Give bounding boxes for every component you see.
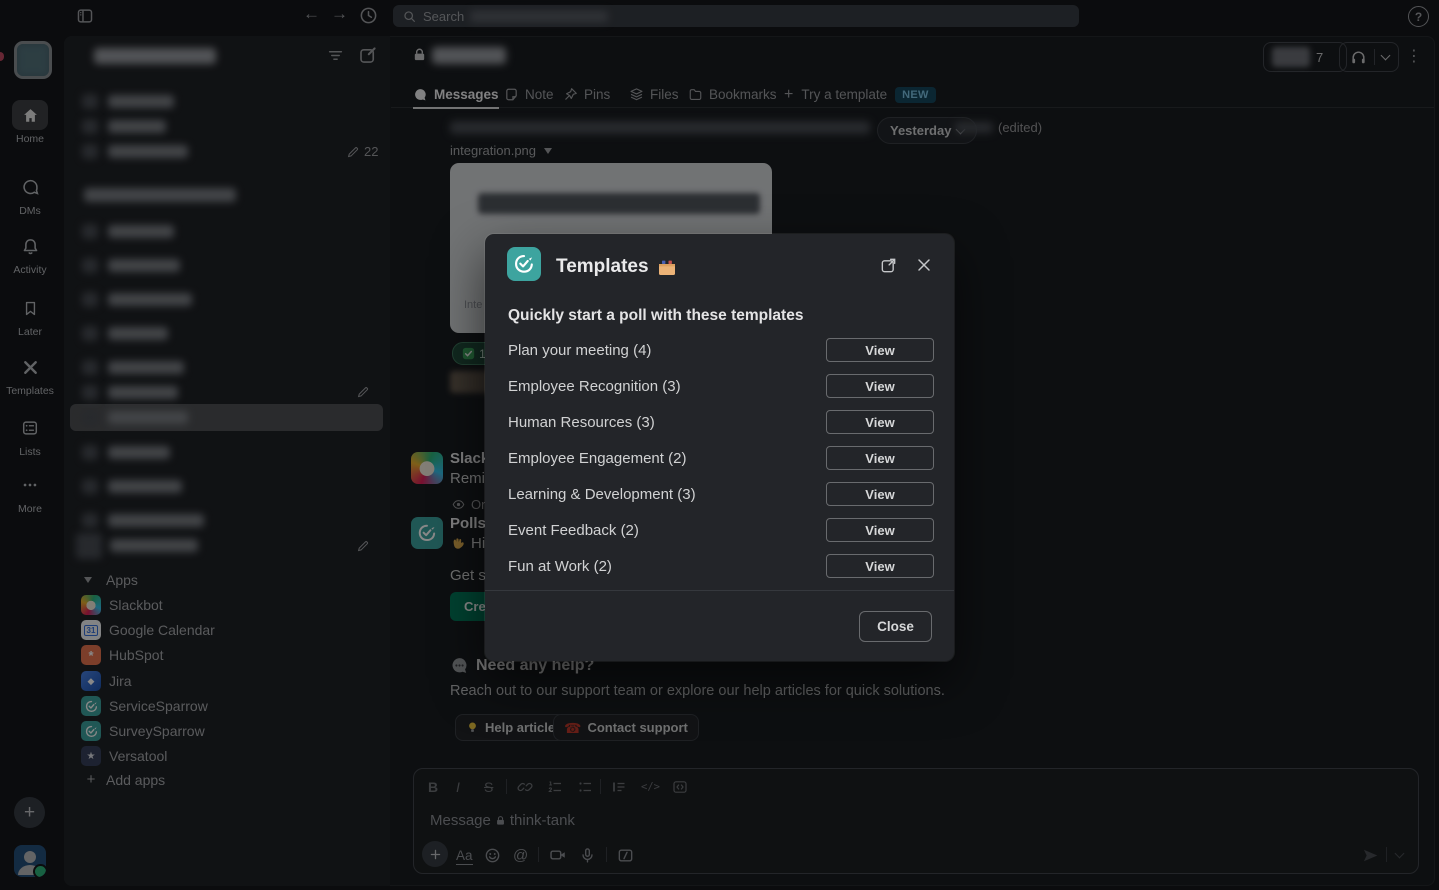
template-row: Event Feedback (2) View	[508, 518, 934, 542]
template-label: Learning & Development (3)	[508, 486, 696, 503]
template-label: Fun at Work (2)	[508, 558, 612, 575]
view-button[interactable]: View	[826, 554, 934, 578]
open-external-icon[interactable]	[880, 257, 897, 274]
slack-window: ← → Search ? Home DMs Activity	[0, 0, 1439, 890]
surveysparrow-modal-icon	[507, 247, 541, 281]
template-label: Employee Engagement (2)	[508, 450, 686, 467]
template-label: Event Feedback (2)	[508, 522, 639, 539]
template-row: Employee Engagement (2) View	[508, 446, 934, 470]
view-button[interactable]: View	[826, 446, 934, 470]
template-row: Plan your meeting (4) View	[508, 338, 934, 362]
modal-heading: Quickly start a poll with these template…	[508, 307, 803, 325]
card-index-emoji	[657, 258, 677, 276]
template-label: Human Resources (3)	[508, 414, 655, 431]
templates-modal: Templates Quickly start a poll with thes…	[485, 234, 954, 661]
view-button[interactable]: View	[826, 338, 934, 362]
template-row: Employee Recognition (3) View	[508, 374, 934, 398]
template-row: Human Resources (3) View	[508, 410, 934, 434]
template-row: Learning & Development (3) View	[508, 482, 934, 506]
view-button[interactable]: View	[826, 482, 934, 506]
template-row: Fun at Work (2) View	[508, 554, 934, 578]
modal-title-row: Templates	[556, 256, 677, 278]
view-button[interactable]: View	[826, 410, 934, 434]
close-button[interactable]: Close	[859, 611, 932, 642]
view-button[interactable]: View	[826, 518, 934, 542]
view-button[interactable]: View	[826, 374, 934, 398]
template-label: Plan your meeting (4)	[508, 342, 651, 359]
template-label: Employee Recognition (3)	[508, 378, 681, 395]
close-icon[interactable]	[916, 257, 932, 273]
modal-footer-divider	[485, 590, 954, 591]
modal-title: Templates	[556, 256, 649, 278]
